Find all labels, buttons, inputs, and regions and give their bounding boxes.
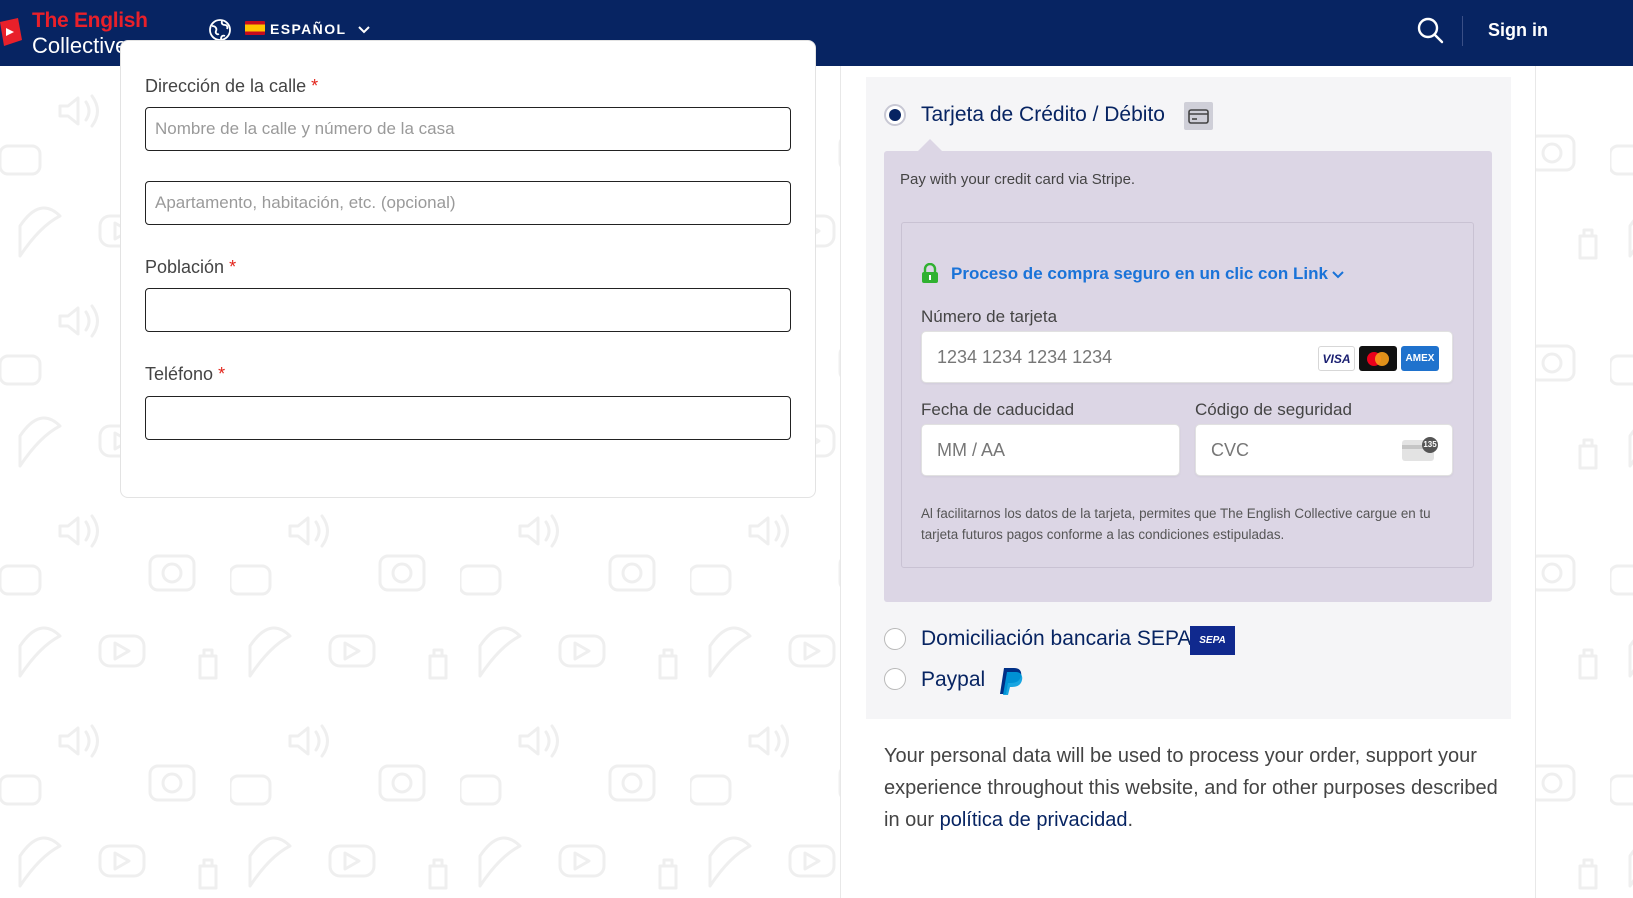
card-mandate-text: Al facilitarnos los datos de la tarjeta,… (921, 506, 1431, 542)
search-icon[interactable] (1416, 16, 1444, 44)
privacy-policy-link[interactable]: política de privacidad (940, 809, 1128, 831)
expiry-placeholder: MM / AA (937, 439, 1006, 460)
logo-text-line1: The English (32, 9, 148, 32)
stripe-note: Pay with your credit card via Stripe. (900, 171, 1136, 188)
city-label-text: Población (145, 257, 225, 277)
sepa-payment-radio[interactable] (884, 628, 906, 650)
globe-icon (209, 19, 231, 41)
street-address-input[interactable] (145, 107, 791, 151)
street-address-label-text: Dirección de la calle (145, 76, 307, 96)
logo-text-line2: Collective (32, 33, 128, 58)
phone-label-text: Teléfono (145, 364, 214, 384)
chevron-down-icon[interactable] (1330, 267, 1346, 283)
paypal-payment-radio[interactable] (884, 668, 906, 690)
spain-flag-icon (245, 21, 265, 35)
expiry-label: Fecha de caducidad (921, 400, 1075, 419)
required-mark: * (311, 76, 319, 96)
amex-text: AMEX (1405, 353, 1435, 364)
sign-in-link[interactable]: Sign in (1488, 20, 1548, 41)
privacy-suffix: . (1127, 809, 1134, 831)
paypal-payment-label[interactable]: Paypal (921, 668, 985, 692)
chevron-down-icon (358, 26, 370, 34)
link-checkout-toggle[interactable]: Proceso de compra seguro en un clic con … (951, 264, 1328, 284)
cvc-placeholder: CVC (1211, 439, 1250, 460)
city-input[interactable] (145, 288, 791, 332)
phone-label: Teléfono * (145, 364, 225, 385)
paypal-icon (1000, 668, 1023, 695)
mastercard-icon (1359, 346, 1397, 371)
header-divider (1462, 16, 1463, 46)
city-label: Población * (145, 257, 236, 278)
cvc-label: Código de seguridad (1195, 400, 1352, 419)
payment-box-pointer (918, 139, 942, 151)
expiry-input[interactable]: MM / AA (921, 424, 1180, 476)
privacy-notice: Your personal data will be used to proce… (884, 740, 1504, 836)
card-payment-radio[interactable] (884, 104, 906, 126)
card-payment-label[interactable]: Tarjeta de Crédito / Débito (921, 103, 1165, 127)
language-label: ESPAÑOL (270, 21, 347, 37)
logo-mark-icon (0, 18, 22, 46)
sepa-payment-label[interactable]: Domiciliación bancaria SEPA (921, 627, 1191, 651)
card-number-label: Número de tarjeta (921, 307, 1058, 326)
visa-icon: VISA (1318, 346, 1355, 371)
sepa-badge-text: SEPA (1199, 635, 1226, 646)
required-mark: * (229, 257, 237, 277)
sepa-icon: SEPA (1190, 626, 1235, 655)
credit-card-icon (1184, 102, 1213, 130)
cvc-badge: 135 (1423, 440, 1437, 449)
street-address-label: Dirección de la calle * (145, 76, 318, 97)
phone-input[interactable] (145, 396, 791, 440)
cvc-card-icon: 135 (1402, 437, 1438, 462)
visa-text: VISA (1322, 351, 1351, 366)
amex-icon: AMEX (1401, 346, 1439, 371)
apartment-input[interactable] (145, 181, 791, 225)
card-number-placeholder: 1234 1234 1234 1234 (937, 346, 1113, 367)
lock-icon (922, 263, 938, 283)
required-mark: * (218, 364, 226, 384)
